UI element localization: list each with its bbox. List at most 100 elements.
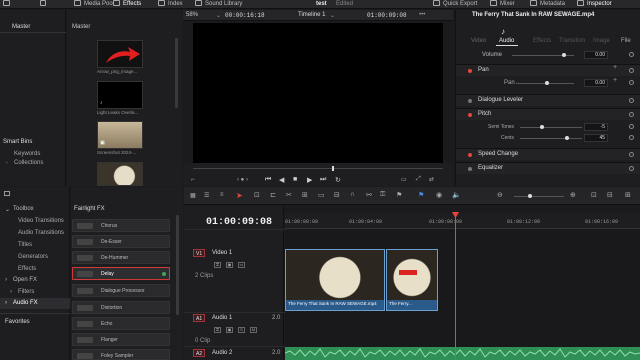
inspector-button[interactable]: Inspector — [577, 0, 612, 9]
reset-icon[interactable] — [629, 135, 634, 140]
replace-icon[interactable]: ⊟ — [334, 191, 340, 199]
insert-clip-icon[interactable]: ⊞ — [302, 191, 308, 199]
custom-zoom-icon[interactable]: ⊞ — [625, 191, 631, 199]
effects-button[interactable]: Effects — [113, 0, 141, 9]
master-bin[interactable]: Master — [12, 24, 30, 30]
flag-icon[interactable]: ⚑ — [396, 191, 402, 199]
playhead-marker[interactable] — [332, 166, 334, 171]
tab-file[interactable]: File — [621, 38, 631, 44]
clip-thumb-screenshot[interactable]: ▣ — [97, 121, 143, 149]
blade-tool-icon[interactable]: ✂ — [286, 191, 292, 199]
scrollbar[interactable] — [176, 215, 179, 315]
semi-tones-value[interactable]: -5 — [584, 123, 608, 131]
enable-toggle-icon[interactable] — [468, 99, 472, 103]
enable-toggle-icon[interactable] — [468, 167, 472, 171]
semi-tones-knob[interactable] — [540, 125, 544, 129]
enable-video-icon[interactable]: ▭ — [238, 262, 245, 268]
reset-icon[interactable] — [629, 68, 634, 73]
audio1-track-name[interactable]: Audio 1 — [212, 315, 232, 321]
reset-icon[interactable] — [629, 80, 634, 85]
overwrite-icon[interactable]: ▭ — [318, 191, 325, 199]
audio-clip-a2[interactable] — [284, 347, 640, 360]
metadata-button[interactable]: Metadata — [530, 0, 565, 9]
skip-forward-icon[interactable]: ⏭ — [320, 176, 326, 184]
tree-effects[interactable]: Effects — [18, 266, 36, 272]
loop-range-icon[interactable]: ⇄ — [429, 176, 434, 183]
audio-level-icon[interactable]: ◉ — [436, 191, 442, 199]
zoom-out-icon[interactable]: ⊖ — [497, 191, 503, 199]
enable-toggle-icon[interactable] — [468, 69, 472, 73]
auto-select-icon[interactable]: ▣ — [226, 262, 233, 268]
quick-export-button[interactable]: Quick Export — [433, 0, 477, 9]
tree-video-transitions[interactable]: Video Transitions — [18, 218, 64, 224]
tree-toolbox[interactable]: Toolbox — [13, 206, 34, 212]
detail-zoom-icon[interactable]: ⊟ — [607, 191, 613, 199]
reset-icon[interactable] — [629, 166, 634, 171]
fx-item-delay[interactable]: Delay — [72, 267, 170, 280]
reset-icon[interactable] — [629, 52, 634, 57]
track-tag-v1[interactable]: V1 — [193, 249, 206, 257]
enable-toggle-icon[interactable] — [468, 113, 472, 117]
video1-track-name[interactable]: Video 1 — [212, 250, 232, 256]
sound-library-button[interactable]: Sound Library — [195, 0, 242, 9]
loop-icon[interactable]: ↻ — [335, 176, 341, 184]
reset-icon[interactable] — [629, 112, 634, 117]
cents-knob[interactable] — [565, 136, 569, 140]
smart-bin-keywords[interactable]: Keywords — [14, 151, 40, 157]
play-reverse-icon[interactable]: ◀ — [279, 176, 284, 184]
tab-video[interactable]: Video — [471, 38, 486, 44]
dynamic-trim-icon[interactable]: ⊏ — [270, 191, 276, 199]
fx-item-chorus[interactable]: Chorus — [72, 219, 170, 232]
clip-thumb-4[interactable] — [97, 162, 143, 186]
grid-icon[interactable] — [40, 0, 49, 9]
cents-value[interactable]: 45 — [584, 134, 608, 142]
smart-bin-collections[interactable]: Collections — [14, 160, 43, 166]
reset-icon[interactable] — [629, 124, 634, 129]
position-lock-icon[interactable]: ⚿ — [380, 191, 385, 199]
speaker-icon[interactable]: 🔈 — [452, 191, 461, 199]
track-tag-a2[interactable]: A2 — [193, 349, 206, 357]
scrubber-track[interactable] — [193, 168, 443, 169]
fx-item-dialogue-processor[interactable]: Dialogue Processor — [72, 284, 170, 297]
chevron-right-icon[interactable]: › — [5, 300, 7, 306]
link-icon[interactable]: ⚯ — [366, 191, 372, 199]
video-clip-1[interactable]: The Ferry That Sank In RAW SEWAGE.mp4 — [285, 249, 385, 311]
trim-tool-icon[interactable]: ⊡ — [254, 191, 260, 199]
viewer-canvas[interactable] — [193, 23, 443, 163]
tab-audio[interactable]: Audio — [499, 38, 514, 44]
crop-icon[interactable]: ⌐ — [191, 177, 195, 183]
clip-thumb-arrow[interactable] — [97, 40, 143, 68]
fx-item-distortion[interactable]: Distortion — [72, 301, 170, 314]
mute-button[interactable]: M — [250, 327, 257, 333]
chevron-down-icon[interactable]: ⌄ — [330, 12, 335, 19]
semi-tones-slider[interactable] — [520, 127, 582, 128]
fx-item-foley-sampler[interactable]: Foley Sampler — [72, 349, 170, 360]
timeline-ruler[interactable]: 01:00:00:00 01:00:04:00 01:00:08:00 01:0… — [285, 213, 640, 229]
tree-filters[interactable]: Filters — [18, 289, 34, 295]
snapping-magnet-icon[interactable]: ∩ — [350, 191, 355, 198]
jog-indicator[interactable]: ‹ ● › — [237, 177, 248, 183]
solo-button[interactable]: S — [238, 327, 245, 333]
pan-knob[interactable] — [545, 81, 549, 85]
panel-toggle-icon[interactable] — [4, 191, 10, 196]
volume-value[interactable]: 0.00 — [584, 51, 608, 59]
selection-tool-icon[interactable]: ➤ — [236, 191, 243, 200]
timeline-zoom-slider[interactable] — [514, 196, 564, 197]
pan-value[interactable]: 0.00 — [584, 79, 608, 87]
tree-audio-transitions[interactable]: Audio Transitions — [18, 230, 64, 236]
lock-icon[interactable]: ⚿ — [214, 327, 221, 333]
stop-icon[interactable]: ■ — [293, 176, 297, 183]
chevron-down-icon[interactable]: ⌄ — [5, 206, 10, 213]
keyframe-icon[interactable]: + — [613, 64, 617, 71]
chevron-right-icon[interactable]: › — [10, 289, 12, 295]
media-pool-tab[interactable] — [3, 0, 13, 9]
video-clip-2[interactable]: The Ferry... — [386, 249, 438, 311]
layout-icon[interactable]: ▦ — [190, 192, 196, 199]
more-options-icon[interactable]: ••• — [419, 12, 425, 18]
reset-icon[interactable] — [629, 98, 634, 103]
fx-item-de-hummer[interactable]: De-Hummer — [72, 251, 170, 264]
zoom-fit-icon[interactable]: ⊡ — [591, 191, 597, 199]
reset-icon[interactable] — [629, 152, 634, 157]
volume-knob[interactable] — [562, 53, 566, 57]
playhead-line[interactable] — [455, 213, 456, 360]
